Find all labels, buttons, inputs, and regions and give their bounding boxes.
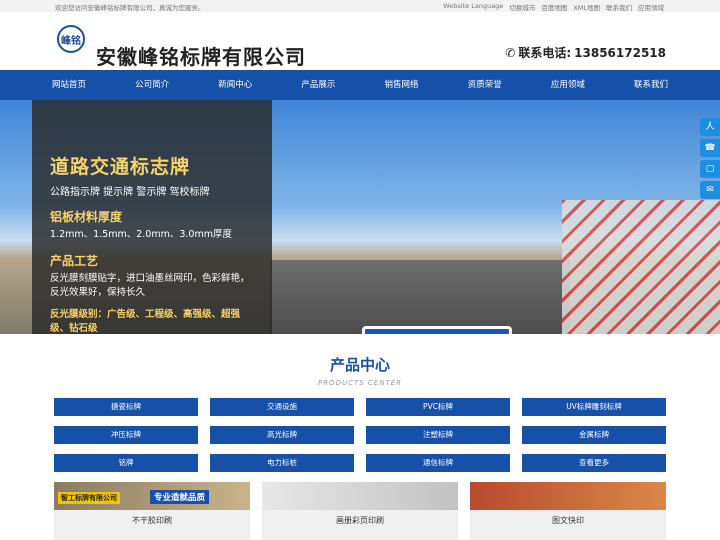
category-button[interactable]: 搪瓷标牌 xyxy=(54,398,198,416)
material-text: 1.2mm、1.5mm、2.0mm、3.0mm厚度 xyxy=(50,229,232,240)
thumbnail-tag: 智工标牌有限公司 xyxy=(58,492,120,504)
products-section: 产品中心 PRODUCTS CENTER 搪瓷标牌 交通设施 PVC标牌 UV标… xyxy=(0,334,720,540)
nav-applications[interactable]: 应用领域 xyxy=(533,70,603,100)
nav-contact[interactable]: 联系我们 xyxy=(616,70,686,100)
top-link-contact[interactable]: 联系我们 xyxy=(606,2,632,12)
category-button[interactable]: 金属标牌 xyxy=(522,426,666,444)
banner-sign-image xyxy=(362,326,512,334)
category-button[interactable]: PVC标牌 xyxy=(366,398,510,416)
phone-call-icon[interactable]: ☎ xyxy=(700,139,720,157)
side-toolbar: 人 ☎ ▢ ✉ xyxy=(700,118,720,199)
nav-products[interactable]: 产品展示 xyxy=(283,70,353,100)
category-button[interactable]: 注塑标牌 xyxy=(366,426,510,444)
product-cards: 智工标牌有限公司 专业造就品质 不干胶印刷 画册彩页印刷 图文快印 xyxy=(54,482,666,540)
product-thumbnail xyxy=(470,482,666,510)
nav-news[interactable]: 新闻中心 xyxy=(200,70,270,100)
nav-home[interactable]: 网站首页 xyxy=(34,70,104,100)
company-name: 安徽峰铭标牌有限公司 xyxy=(96,45,306,69)
nav-honors[interactable]: 资质荣誉 xyxy=(450,70,520,100)
craft-text: 反光膜刻膜贴字，进口油墨丝网印，色彩鲜艳，反光效果好，保持长久 xyxy=(50,273,250,298)
products-subtitle: PRODUCTS CENTER xyxy=(317,379,403,387)
view-more-button[interactable]: 查看更多 xyxy=(522,454,666,472)
category-grid: 搪瓷标牌 交通设施 PVC标牌 UV标牌雕刻标牌 冲压标牌 高光标牌 注塑标牌 … xyxy=(54,398,666,472)
category-button[interactable]: 高光标牌 xyxy=(210,426,354,444)
main-nav: 网站首页 公司简介 新闻中心 产品展示 销售网络 资质荣誉 应用领域 联系我们 xyxy=(0,70,720,100)
category-button[interactable]: 铭牌 xyxy=(54,454,198,472)
qrcode-icon[interactable]: ▢ xyxy=(700,160,720,178)
phone-icon: ✆ xyxy=(505,45,516,60)
message-icon[interactable]: ✉ xyxy=(700,181,720,199)
products-title: 产品中心 xyxy=(329,356,390,374)
banner-overlay: 道路交通标志牌 公路指示牌 提示牌 警示牌 驾校标牌 铝板材料厚度 1.2mm、… xyxy=(32,100,272,334)
banner-tower-image xyxy=(562,200,720,334)
material-heading: 铝板材料厚度 xyxy=(50,210,123,224)
banner-subtitle: 公路指示牌 提示牌 警示牌 驾校标牌 xyxy=(50,187,210,198)
customer-service-icon[interactable]: 人 xyxy=(700,118,720,136)
top-bar: 欢迎您访问安徽峰铭标牌有限公司，真诚为您服务。 Website Language… xyxy=(0,0,720,12)
thumbnail-slogan: 专业造就品质 xyxy=(150,490,210,504)
hotline-label: 联系电话: xyxy=(518,46,572,60)
product-caption: 画册彩页印刷 xyxy=(336,516,384,525)
hotline-number: 13856172518 xyxy=(574,45,666,60)
banner-title: 道路交通标志牌 xyxy=(50,156,191,178)
top-link-city[interactable]: 切换城市 xyxy=(509,2,535,12)
top-link-xml-map[interactable]: XML地图 xyxy=(573,2,600,12)
top-links: Website Language 切换城市 百度地图 XML地图 联系我们 应用… xyxy=(443,2,664,12)
product-card[interactable]: 图文快印 xyxy=(470,482,666,540)
craft-heading: 产品工艺 xyxy=(50,254,99,268)
product-caption: 不干胶印刷 xyxy=(132,516,172,525)
hotline: ✆ 联系电话: 13856172518 xyxy=(505,44,666,61)
category-button[interactable]: UV标牌雕刻标牌 xyxy=(522,398,666,416)
product-card[interactable]: 智工标牌有限公司 专业造就品质 不干胶印刷 xyxy=(54,482,250,540)
category-button[interactable]: 冲压标牌 xyxy=(54,426,198,444)
product-thumbnail xyxy=(262,482,458,510)
header: 峰铭 安徽峰铭标牌有限公司 ✆ 联系电话: 13856172518 xyxy=(0,12,720,70)
company-logo[interactable]: 峰铭 xyxy=(57,25,85,53)
nav-sales-network[interactable]: 销售网络 xyxy=(367,70,437,100)
welcome-text: 欢迎您访问安徽峰铭标牌有限公司，真诚为您服务。 xyxy=(55,4,205,12)
banner-road-image xyxy=(270,260,570,334)
product-caption: 图文快印 xyxy=(552,516,584,525)
top-link-language[interactable]: Website Language xyxy=(443,2,503,12)
category-button[interactable]: 电力标桩 xyxy=(210,454,354,472)
category-button[interactable]: 通信标牌 xyxy=(366,454,510,472)
product-thumbnail: 智工标牌有限公司 专业造就品质 xyxy=(54,482,250,510)
grade-text: 反光膜级别：广告级、工程级、高强级、超强级、钻石级 xyxy=(50,309,241,334)
category-button[interactable]: 交通设施 xyxy=(210,398,354,416)
product-card[interactable]: 画册彩页印刷 xyxy=(262,482,458,540)
top-link-baidu-map[interactable]: 百度地图 xyxy=(541,2,567,12)
nav-about[interactable]: 公司简介 xyxy=(117,70,187,100)
top-link-applications[interactable]: 应用领域 xyxy=(638,2,664,12)
